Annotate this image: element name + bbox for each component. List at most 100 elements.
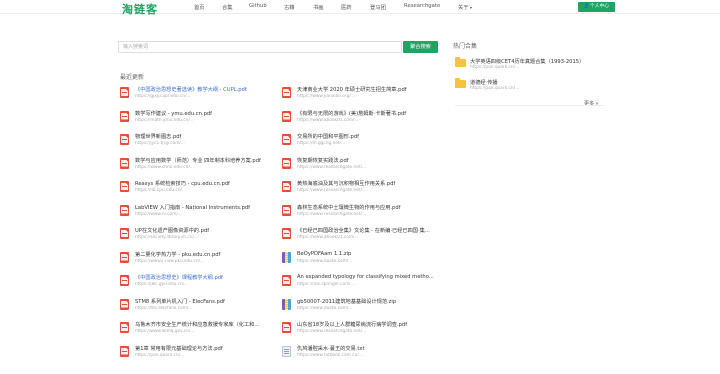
txt-file-icon — [282, 345, 291, 357]
pdf-file-icon — [120, 157, 129, 169]
file-item[interactable]: 森林生态系统中土壤微生物的作用与应用.pdf https://www.resear… — [282, 204, 432, 220]
file-source-url: https://www.duote.com/... — [297, 305, 353, 311]
file-name: 第1章 常用有限元基础理论与方法.pdf — [135, 345, 223, 352]
file-item[interactable]: 《中国政治思想史著选读》教学大纲 - CUPL.pdf https://gjxy.… — [120, 86, 270, 102]
file-name: 《已经已四国政治全集》文论集 - 在新编·已经已四国·集... — [297, 228, 430, 234]
zip-file-icon — [282, 251, 291, 263]
file-source-url: https://jyc1.tjsjy.com/... — [135, 141, 185, 146]
pdf-file-icon — [282, 87, 291, 98]
top-navbar: 淘链客 首页 合集 Github 古籍 书画 医药 登马团 Researchga… — [0, 0, 720, 17]
nav-calligraphy[interactable]: 书画 — [313, 3, 324, 11]
aggregate-search-button[interactable]: 聚合搜索 — [403, 41, 438, 53]
file-item[interactable]: STM8 系列单片机入门 - ElecFans.pdf https://file.… — [120, 298, 270, 314]
file-name: UP在文化遗产图像资源中的.pdf — [135, 228, 210, 234]
file-source-url: https://www.researchgate.net/... — [297, 329, 367, 334]
pdf-file-icon — [120, 134, 129, 145]
file-item[interactable]: gb50007-2011建筑地基基础设计规范.zip https://www.du… — [282, 298, 432, 314]
file-item[interactable]: Reasys 系统检索技巧 - cpu.edu.cn.pdf https://li… — [120, 180, 270, 196]
pdf-file-icon — [282, 275, 291, 286]
file-item[interactable]: 天津商业大学 2020 年硕士研究生招生简章.pdf https://www.ya… — [282, 86, 432, 102]
file-name: BeOyPDFAam 1.1.zip — [297, 250, 352, 257]
nav-medicine[interactable]: 医药 — [341, 3, 352, 11]
file-source-url: https://lib.cpu.edu.cn/... — [135, 188, 187, 193]
pdf-file-icon — [120, 204, 129, 216]
file-item[interactable]: UP在文化遗产图像资源中的.pdf https://society.library… — [120, 227, 270, 243]
file-name: 天津商业大学 2020 年硕士研究生招生简章.pdf — [297, 87, 407, 93]
file-item[interactable]: An expanded typology for classifying mix… — [282, 274, 434, 290]
pdf-file-icon — [120, 298, 129, 310]
file-item[interactable]: 《有限与无限的游戏》(美)詹姆斯·卡斯著书.pdf https://www.abo… — [282, 110, 432, 126]
nav-collections[interactable]: 合集 — [222, 3, 233, 11]
file-name: 恢复期恢复实践法.pdf — [297, 157, 349, 164]
file-item[interactable]: 仇鸠潘腔采水·蔓王的交易.txt https://www.txtbook.com.… — [282, 345, 432, 361]
file-name: 山东省18岁及以上人群糖尿病流行病学调查.pdf — [297, 322, 408, 328]
file-name: 数学写作建议 - ymu.edu.cn.pdf — [135, 110, 212, 117]
file-source-url: https://math.ymu.edu.cn/... — [135, 117, 194, 123]
divider — [455, 105, 605, 106]
nav-about-label: 关于 — [458, 5, 469, 11]
file-item[interactable]: LabVIEW 入门指南 - National Instruments.pdf h… — [120, 204, 270, 220]
file-source-url: https://www.researchgate.net/... — [297, 211, 367, 217]
pdf-file-icon — [120, 228, 129, 239]
hot-collection-item[interactable]: 大学英语四级CET4历年真题合集（1993-2015） https://pan.… — [455, 57, 605, 73]
file-source-url: https://jwc.gyu.edu.cn/... — [135, 282, 189, 287]
file-source-url: https://society.library.sh.cn/... — [135, 235, 198, 240]
file-name: Reasys 系统检索技巧 - cpu.edu.cn.pdf — [135, 181, 230, 187]
file-item[interactable]: 《已经已四国政治全集》文论集 - 在新编·已经已四国·集... https://w… — [282, 227, 432, 243]
file-item[interactable]: 恢复期恢复实践法.pdf https://www.researchgate.net… — [282, 157, 432, 173]
pdf-file-icon — [120, 181, 129, 192]
file-item[interactable]: 黄热海底油及其与沉积物相互作用关系.pdf https://www.researc… — [282, 180, 432, 196]
file-item[interactable]: 第二量化学热力学 - pku.edu.cn.pdf https://www2.no… — [120, 251, 270, 267]
site-logo[interactable]: 淘链客 — [122, 1, 158, 17]
file-source-url: https://gjxy.cupl.edu.cn/... — [135, 94, 191, 99]
file-name: 森林生态系统中土壤微生物的作用与应用.pdf — [297, 204, 401, 211]
nav-dengmatuan[interactable]: 登马团 — [370, 3, 386, 11]
pdf-file-icon — [282, 110, 291, 122]
file-source-url: https://www.researchgate.net/... — [297, 164, 367, 170]
nav-about[interactable]: 关于 ▾ — [458, 3, 472, 11]
pdf-file-icon — [282, 204, 291, 216]
nav-home[interactable]: 首页 — [194, 3, 205, 11]
file-name: 物理世界新图志.pdf — [135, 134, 182, 140]
file-item[interactable]: 数学与应用数学（师范）专业 四年制本科培养方案.pdf https://www.c… — [120, 157, 270, 173]
file-source-url: https://www.abook01.com/... — [297, 117, 359, 123]
file-source-url: https://www2.now.pku.edu.cn/... — [135, 258, 205, 264]
file-item[interactable]: 山东省18岁及以上人群糖尿病流行病学调查.pdf https://www.rese… — [282, 321, 432, 337]
file-item[interactable]: BeOyPDFAam 1.1.zip https://www.duote.com/… — [282, 251, 432, 267]
file-item[interactable]: 交易所的中国和平图形.pdf https://m.ggcng.net/... — [282, 133, 432, 149]
hot-collection-name: 大学英语四级CET4历年真题合集（1993-2015） — [470, 59, 585, 65]
file-source-url: https://www.yanxian.org/... — [297, 94, 355, 99]
file-name: 《中国政治思想史》课程教学大纲.pdf — [135, 275, 223, 281]
pdf-file-icon — [282, 228, 291, 239]
hot-collection-item[interactable]: 道德经·传播 https://pan.quark.cn/... — [455, 78, 605, 94]
chevron-down-icon: ▾ — [468, 5, 472, 10]
file-name: 乌鲁木齐市安全生产统计和应急救援专家库（化工和... — [135, 322, 260, 328]
file-source-url: https://www.wlmq.gov.cn/... — [135, 329, 195, 334]
file-item[interactable]: 物理世界新图志.pdf https://jyc1.tjsjy.com/... — [120, 133, 270, 149]
folder-icon — [455, 78, 466, 88]
file-name: LabVIEW 入门指南 - National Instruments.pdf — [135, 204, 250, 211]
file-item[interactable]: 《中国政治思想史》课程教学大纲.pdf https://jwc.gyu.edu.c… — [120, 274, 270, 290]
nav-ancient-books[interactable]: 古籍 — [284, 3, 295, 11]
hot-collections-title: 热门合集 — [453, 43, 478, 50]
file-source-url: https://pan.quark.cn/... — [135, 352, 185, 358]
search-input[interactable]: 输入搜索词 — [118, 41, 402, 53]
pdf-file-icon — [120, 345, 129, 357]
file-item[interactable]: 数学写作建议 - ymu.edu.cn.pdf https://math.ymu.… — [120, 110, 270, 126]
user-center-button[interactable]: 👤个人中心 — [578, 2, 615, 12]
file-name: 交易所的中国和平图形.pdf — [297, 134, 359, 140]
file-item[interactable]: 乌鲁木齐市安全生产统计和应急救援专家库（化工和... https://www.wl… — [120, 321, 270, 337]
pdf-file-icon — [120, 251, 129, 263]
user-center-label: 个人中心 — [589, 4, 610, 9]
file-item[interactable]: 第1章 常用有限元基础理论与方法.pdf https://pan.quark.cn… — [120, 345, 270, 361]
nav-researchgate[interactable]: Researchgate — [404, 3, 440, 9]
pdf-file-icon — [120, 322, 129, 333]
file-source-url: https://m.ggcng.net/... — [297, 141, 346, 146]
file-name: STM8 系列单片机入门 - ElecFans.pdf — [135, 298, 225, 305]
pdf-file-icon — [120, 110, 129, 122]
nav-github[interactable]: Github — [249, 3, 267, 9]
file-name: 第二量化学热力学 - pku.edu.cn.pdf — [135, 251, 221, 258]
pdf-file-icon — [282, 134, 291, 145]
file-name: 数学与应用数学（师范）专业 四年制本科培养方案.pdf — [135, 157, 261, 164]
file-source-url: https://link.springer.com/... — [297, 282, 355, 287]
